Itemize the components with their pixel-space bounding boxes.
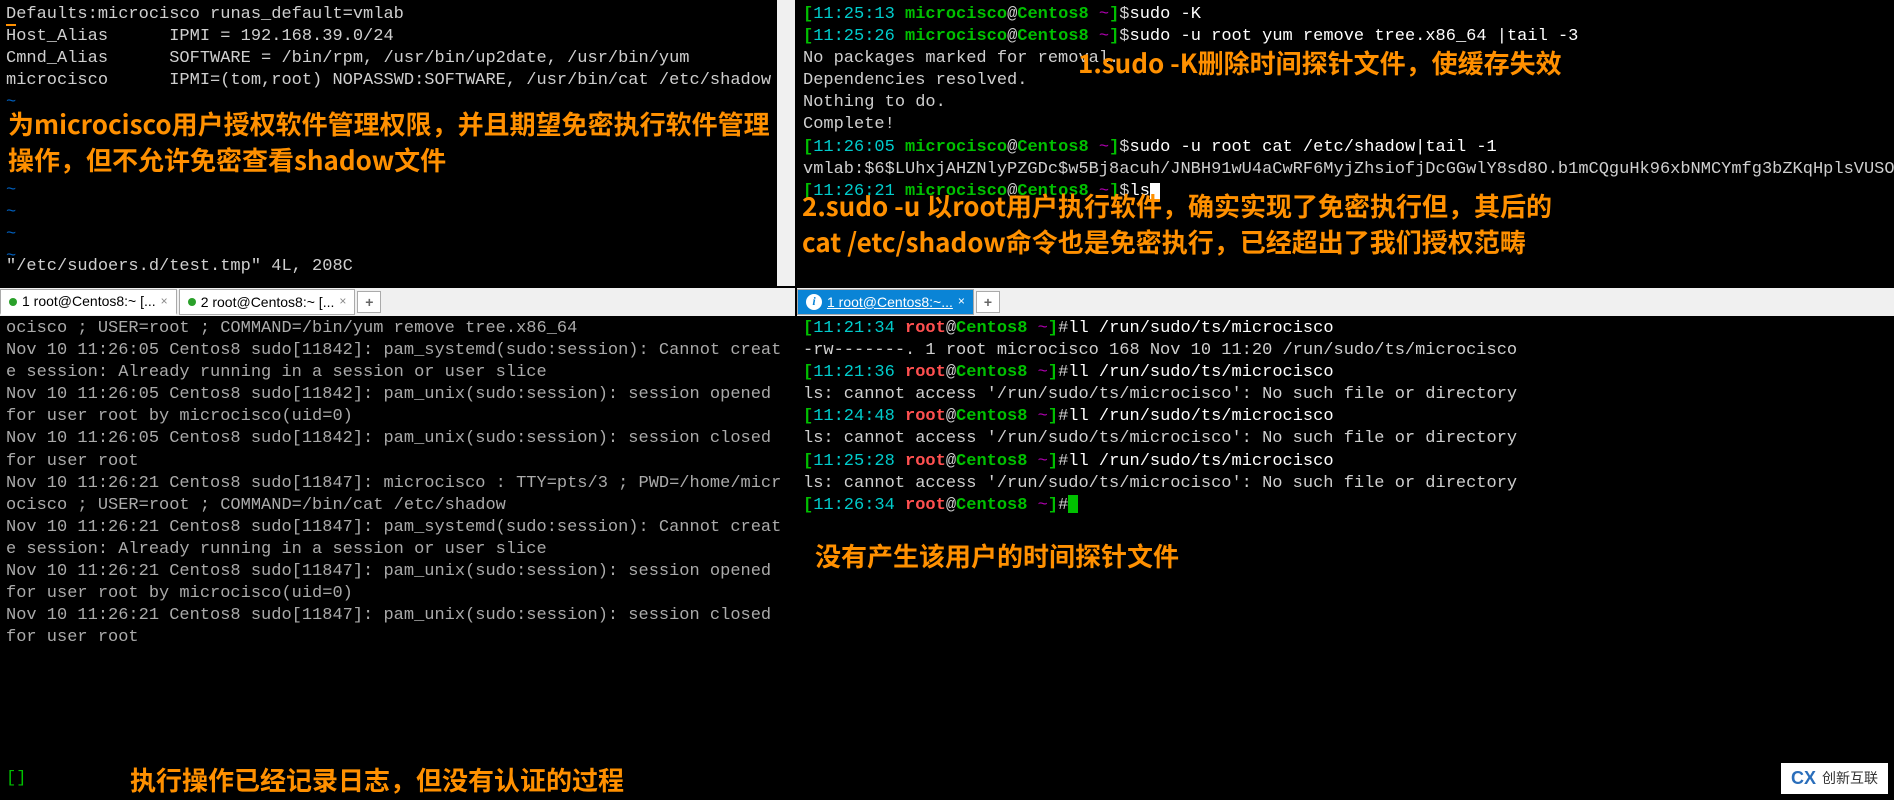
close-icon[interactable]: × xyxy=(958,294,965,310)
tab-label: 2 root@Centos8:~ [... xyxy=(201,293,335,311)
status-line: "/etc/sudoers.d/test.tmp" 4L, 208C xyxy=(6,257,353,276)
add-tab-button[interactable]: + xyxy=(357,291,381,313)
annotation-tr-2: 2.sudo -u 以root用户执行软件，确实实现了免密执行但，其后的cat … xyxy=(802,188,1562,261)
annotation-bl: 执行操作已经记录日志，但没有认证的过程 xyxy=(130,762,624,798)
close-icon[interactable]: × xyxy=(161,294,168,310)
terminal-output: [11:25:13 microcisco@Centos8 ~]$sudo -K[… xyxy=(797,0,1894,207)
watermark-logo: CX xyxy=(1791,767,1816,790)
tab-1[interactable]: 1 root@Centos8:~ [... × xyxy=(0,289,177,315)
close-icon[interactable]: × xyxy=(339,294,346,310)
terminal-output: Defaults:microcisco runas_default=vmlabH… xyxy=(0,0,795,118)
terminal-top-left[interactable]: Defaults:microcisco runas_default=vmlabH… xyxy=(0,0,795,286)
watermark-text: 创新互联 xyxy=(1822,769,1878,787)
terminal-bottom-right[interactable]: i 1 root@Centos8:~... × + [11:21:34 root… xyxy=(797,288,1894,800)
tab-active[interactable]: i 1 root@Centos8:~... × xyxy=(797,289,974,315)
annotation-tl: 为microcisco用户授权软件管理权限，并且期望免密执行软件管理操作，但不允… xyxy=(8,106,778,179)
annotation-tr-1: 1.sudo -K删除时间探针文件，使缓存失效 xyxy=(1078,45,1718,81)
add-tab-button[interactable]: + xyxy=(976,291,1000,313)
tab-label: 1 root@Centos8:~... xyxy=(827,293,953,311)
terminal-output: ocisco ; USER=root ; COMMAND=/bin/yum re… xyxy=(0,316,795,653)
watermark: CX 创新互联 xyxy=(1781,763,1888,794)
annotation-br: 没有产生该用户的时间探针文件 xyxy=(815,538,1179,574)
tab-bar: i 1 root@Centos8:~... × + xyxy=(797,288,1894,316)
terminal-top-right[interactable]: [11:25:13 microcisco@Centos8 ~]$sudo -K[… xyxy=(797,0,1894,286)
status-dot-icon xyxy=(9,298,17,306)
scrollbar[interactable] xyxy=(777,0,795,286)
terminal-bottom-left[interactable]: 1 root@Centos8:~ [... × 2 root@Centos8:~… xyxy=(0,288,795,800)
tab-2[interactable]: 2 root@Centos8:~ [... × xyxy=(179,289,356,315)
tab-label: 1 root@Centos8:~ [... xyxy=(22,292,156,310)
status-dot-icon xyxy=(188,298,196,306)
tab-bar: 1 root@Centos8:~ [... × 2 root@Centos8:~… xyxy=(0,288,795,316)
info-icon: i xyxy=(806,294,822,310)
prompt-bracket: [] xyxy=(6,769,26,788)
terminal-output: [11:21:34 root@Centos8 ~]#ll /run/sudo/t… xyxy=(797,316,1894,521)
